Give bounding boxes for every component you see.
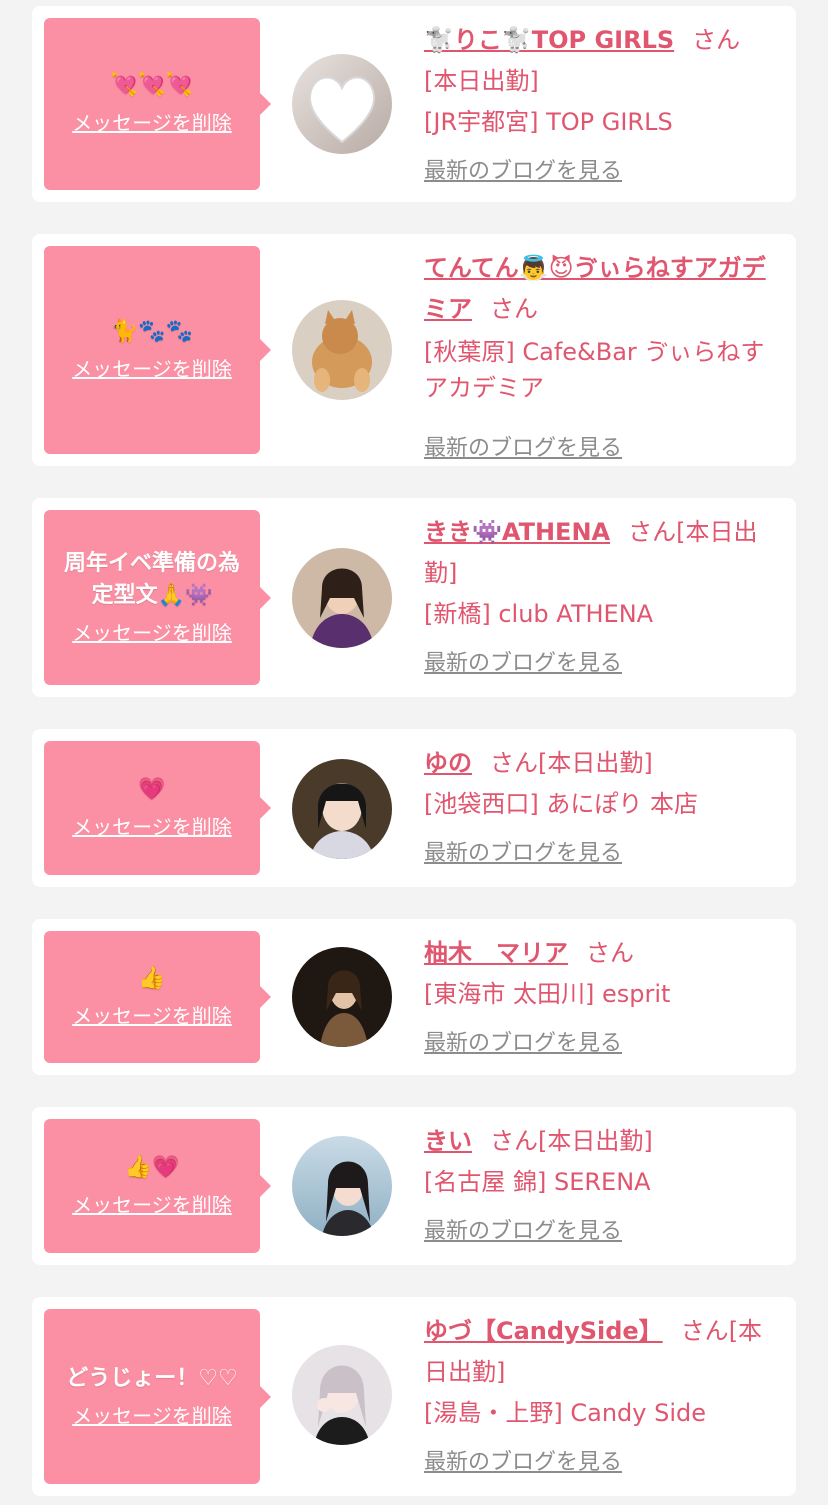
cast-info: きい さん[本日出勤] [名古屋 錦] SERENA 最新のブログを見る bbox=[424, 1121, 784, 1252]
message-bubble: 👍💗 メッセージを削除 bbox=[44, 1119, 271, 1253]
message-text: 👍 bbox=[138, 966, 166, 991]
cast-name-link[interactable]: ゆの bbox=[424, 749, 472, 777]
message-card: 👍 メッセージを削除 柚木 マリア さん [東海市 太田川] esprit 最新の… bbox=[32, 919, 796, 1075]
blog-link[interactable]: 最新のブログを見る bbox=[424, 643, 622, 684]
delete-message-link[interactable]: メッセージを削除 bbox=[72, 1190, 232, 1220]
shop-text: [池袋西口] あにぽり 本店 bbox=[424, 790, 698, 818]
message-text: どうじょー！♡♡ bbox=[66, 1365, 238, 1391]
cast-info: ゆの さん[本日出勤] [池袋西口] あにぽり 本店 最新のブログを見る bbox=[424, 743, 784, 874]
cast-name-link[interactable]: てんてん👼😈ゔぃらねすアガデミア bbox=[424, 254, 766, 323]
shop-text: [秋葉原] Cafe&Bar ゔぃらねすアカデミア bbox=[424, 338, 765, 402]
avatar[interactable] bbox=[292, 300, 392, 400]
message-card: 💘💘💘 メッセージを削除 🐩りこ🐩TOP GIRLS さん [本日出勤] [JR宇… bbox=[32, 6, 796, 202]
avatar[interactable] bbox=[292, 54, 392, 154]
delete-message-link[interactable]: メッセージを削除 bbox=[72, 1401, 232, 1431]
san-label: さん bbox=[490, 1127, 538, 1155]
delete-message-link[interactable]: メッセージを削除 bbox=[72, 1001, 232, 1031]
shop-text: [新橋] club ATHENA bbox=[424, 600, 654, 628]
cast-name-link[interactable]: ゆづ【CandySide】 bbox=[424, 1317, 663, 1345]
message-bubble: 👍 メッセージを削除 bbox=[44, 931, 271, 1063]
cast-info: 🐩りこ🐩TOP GIRLS さん [本日出勤] [JR宇都宮] TOP GIRLS… bbox=[424, 20, 784, 192]
message-card: 周年イベ準備の為定型文🙏👾 メッセージを削除 きき👾ATHENA さん[本日出勤]… bbox=[32, 498, 796, 697]
san-label: さん bbox=[490, 295, 538, 323]
blog-link[interactable]: 最新のブログを見る bbox=[424, 1023, 622, 1064]
shop-text: [東海市 太田川] esprit bbox=[424, 980, 671, 1008]
shop-text: [湯島・上野] Candy Side bbox=[424, 1399, 706, 1427]
message-text: 💗 bbox=[138, 777, 166, 802]
message-bubble: 💘💘💘 メッセージを削除 bbox=[44, 18, 271, 190]
avatar[interactable] bbox=[292, 1136, 392, 1236]
message-bubble: 💗 メッセージを削除 bbox=[44, 741, 271, 875]
cast-info: きき👾ATHENA さん[本日出勤] [新橋] club ATHENA 最新のブロ… bbox=[424, 512, 784, 684]
delete-message-link[interactable]: メッセージを削除 bbox=[72, 108, 232, 138]
message-bubble: 🐈🐾🐾 メッセージを削除 bbox=[44, 246, 271, 454]
san-label: さん bbox=[692, 26, 741, 54]
message-card: 🐈🐾🐾 メッセージを削除 てんてん👼😈ゔぃらねすアガデミア さん [秋葉原] Ca… bbox=[32, 234, 796, 466]
avatar[interactable] bbox=[292, 759, 392, 859]
status-text: [本日出勤] bbox=[538, 1127, 653, 1155]
cast-info: てんてん👼😈ゔぃらねすアガデミア さん [秋葉原] Cafe&Bar ゔぃらねすア… bbox=[424, 248, 784, 469]
message-card: 💗 メッセージを削除 ゆの さん[本日出勤] [池袋西口] あにぽり 本店 最新の… bbox=[32, 729, 796, 887]
blog-link[interactable]: 最新のブログを見る bbox=[424, 1211, 622, 1252]
message-card: どうじょー！♡♡ メッセージを削除 ゆづ【CandySide】 さん[本日出勤] … bbox=[32, 1297, 796, 1496]
san-label: さん bbox=[628, 518, 677, 546]
avatar[interactable] bbox=[292, 1345, 392, 1445]
message-text: 🐈🐾🐾 bbox=[110, 319, 194, 344]
delete-message-link[interactable]: メッセージを削除 bbox=[72, 354, 232, 384]
status-text: [本日出勤] bbox=[538, 749, 653, 777]
shop-text: [名古屋 錦] SERENA bbox=[424, 1168, 651, 1196]
message-text: 周年イベ準備の為定型文🙏👾 bbox=[63, 550, 240, 608]
avatar[interactable] bbox=[292, 548, 392, 648]
message-bubble: 周年イベ準備の為定型文🙏👾 メッセージを削除 bbox=[44, 510, 271, 685]
san-label: さん bbox=[490, 749, 538, 777]
avatar[interactable] bbox=[292, 947, 392, 1047]
cast-info: ゆづ【CandySide】 さん[本日出勤] [湯島・上野] Candy Side… bbox=[424, 1311, 784, 1483]
san-label: さん bbox=[680, 1317, 729, 1345]
message-card: 👍💗 メッセージを削除 きい さん[本日出勤] [名古屋 錦] SERENA 最新… bbox=[32, 1107, 796, 1265]
shop-text: [本日出勤] [JR宇都宮] TOP GIRLS bbox=[424, 67, 673, 136]
cast-name-link[interactable]: 柚木 マリア bbox=[424, 939, 568, 967]
blog-link[interactable]: 最新のブログを見る bbox=[424, 428, 622, 469]
delete-message-link[interactable]: メッセージを削除 bbox=[72, 618, 232, 648]
message-bubble: どうじょー！♡♡ メッセージを削除 bbox=[44, 1309, 271, 1484]
cast-name-link[interactable]: きい bbox=[424, 1127, 472, 1155]
cast-name-link[interactable]: きき👾ATHENA bbox=[424, 518, 610, 546]
blog-link[interactable]: 最新のブログを見る bbox=[424, 1442, 622, 1483]
message-text: 👍💗 bbox=[124, 1155, 180, 1180]
message-text: 💘💘💘 bbox=[110, 73, 194, 98]
blog-link[interactable]: 最新のブログを見る bbox=[424, 151, 622, 192]
cast-name-link[interactable]: 🐩りこ🐩TOP GIRLS bbox=[424, 26, 674, 54]
delete-message-link[interactable]: メッセージを削除 bbox=[72, 812, 232, 842]
blog-link[interactable]: 最新のブログを見る bbox=[424, 833, 622, 874]
cast-info: 柚木 マリア さん [東海市 太田川] esprit 最新のブログを見る bbox=[424, 933, 784, 1064]
san-label: さん bbox=[586, 939, 634, 967]
